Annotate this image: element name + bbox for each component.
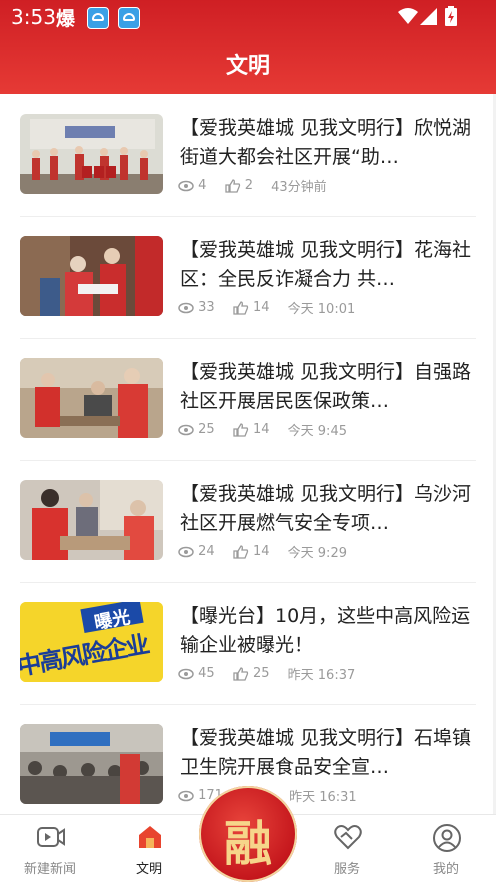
like-icon xyxy=(224,178,240,193)
tab-mine[interactable]: 我的 xyxy=(401,815,491,883)
eye-icon xyxy=(178,302,194,313)
app-header: 3:53 爆 文明 xyxy=(0,0,496,94)
tab-label: 我的 xyxy=(432,862,459,877)
like-count: 25 xyxy=(252,666,270,681)
battery-icon xyxy=(445,6,457,26)
eye-icon xyxy=(178,546,194,557)
like-icon xyxy=(233,422,248,437)
article-time: 今天 9:29 xyxy=(287,546,347,561)
like-icon xyxy=(233,544,248,559)
center-fusion-button[interactable]: 融 xyxy=(199,786,297,882)
tab-services[interactable]: 服务 xyxy=(302,815,392,883)
tab-label: 服务 xyxy=(333,862,360,877)
article-title[interactable]: 【爱我英雄城 见我文明行】花海社区：全民反诈凝合力 共… xyxy=(180,236,472,294)
article-time: 昨天 16:37 xyxy=(287,668,356,683)
eye-icon xyxy=(178,790,194,801)
article-meta: 25 14 今天 9:45 xyxy=(178,420,347,439)
article-title[interactable]: 【曝光台】10月，这些中高风险运输企业被曝光！ xyxy=(180,602,472,660)
status-time: 3:53 xyxy=(11,5,56,29)
article-meta: 24 14 今天 9:29 xyxy=(178,542,347,561)
article-title[interactable]: 【爱我英雄城 见我文明行】乌沙河社区开展燃气安全专项… xyxy=(180,480,472,538)
article-meta: 33 14 今天 10:01 xyxy=(178,298,355,317)
article-time: 今天 10:01 xyxy=(287,302,356,317)
article-title[interactable]: 【爱我英雄城 见我文明行】石埠镇卫生院开展食品安全宣… xyxy=(180,724,472,782)
article-time: 43分钟前 xyxy=(271,180,327,195)
article-thumbnail xyxy=(20,236,163,316)
signal-icon xyxy=(420,8,437,25)
notification-glyph: 爆 xyxy=(56,8,76,30)
view-count: 45 xyxy=(198,666,215,681)
eye-icon xyxy=(178,180,194,191)
wifi-icon xyxy=(398,8,418,24)
tab-news[interactable]: 新建新闻 xyxy=(5,815,95,883)
video-icon xyxy=(37,827,65,847)
tab-label: 新建新闻 xyxy=(23,862,76,877)
like-icon xyxy=(233,300,248,315)
article-title[interactable]: 【爱我英雄城 见我文明行】欣悦湖街道大都会社区开展“助… xyxy=(180,114,472,172)
article-item[interactable]: 【爱我英雄城 见我文明行】花海社区：全民反诈凝合力 共… 33 14 今天 10… xyxy=(20,216,476,339)
app-notification-icon-2 xyxy=(118,7,140,29)
article-time: 昨天 16:31 xyxy=(289,790,357,805)
article-thumbnail xyxy=(20,358,163,438)
eye-icon xyxy=(178,668,194,679)
center-button-glyph: 融 xyxy=(223,816,272,872)
view-count: 4 xyxy=(198,178,207,193)
article-title[interactable]: 【爱我英雄城 见我文明行】自强路社区开展居民医保政策… xyxy=(180,358,472,416)
article-thumbnail xyxy=(20,724,163,804)
like-count: 14 xyxy=(252,422,270,437)
like-count: 14 xyxy=(252,544,270,559)
article-item[interactable]: 曝光 中高风险企业 【曝光台】10月，这些中高风险运输企业被曝光！ 45 25 … xyxy=(20,582,476,705)
article-thumbnail: 曝光 中高风险企业 xyxy=(20,602,163,682)
eye-icon xyxy=(178,424,194,435)
view-count: 33 xyxy=(198,300,215,315)
article-item[interactable]: 【爱我英雄城 见我文明行】欣悦湖街道大都会社区开展“助… 4 2 43分钟前 xyxy=(20,94,476,217)
app-notification-icon xyxy=(87,7,109,29)
article-thumbnail xyxy=(20,114,163,194)
page-title: 文明 xyxy=(225,54,270,79)
article-thumbnail xyxy=(20,480,163,560)
home-icon xyxy=(139,826,161,848)
tab-label: 文明 xyxy=(135,862,162,877)
article-meta: 4 2 43分钟前 xyxy=(178,176,327,195)
tab-civilization[interactable]: 文明 xyxy=(104,815,194,883)
article-meta: 45 25 昨天 16:37 xyxy=(178,664,355,683)
view-count: 24 xyxy=(198,544,215,559)
status-bar: 3:53 爆 xyxy=(0,0,496,34)
user-icon xyxy=(433,824,461,852)
like-count: 14 xyxy=(252,300,270,315)
article-item[interactable]: 【爱我英雄城 见我文明行】乌沙河社区开展燃气安全专项… 24 14 今天 9:2… xyxy=(20,460,476,583)
like-icon xyxy=(233,666,248,681)
article-time: 今天 9:45 xyxy=(287,424,347,439)
view-count: 25 xyxy=(198,422,215,437)
article-list[interactable]: 【爱我英雄城 见我文明行】欣悦湖街道大都会社区开展“助… 4 2 43分钟前 【… xyxy=(0,94,496,814)
handshake-heart-icon xyxy=(334,825,362,850)
article-item[interactable]: 【爱我英雄城 见我文明行】自强路社区开展居民医保政策… 25 14 今天 9:4… xyxy=(20,338,476,461)
like-count: 2 xyxy=(244,178,253,193)
